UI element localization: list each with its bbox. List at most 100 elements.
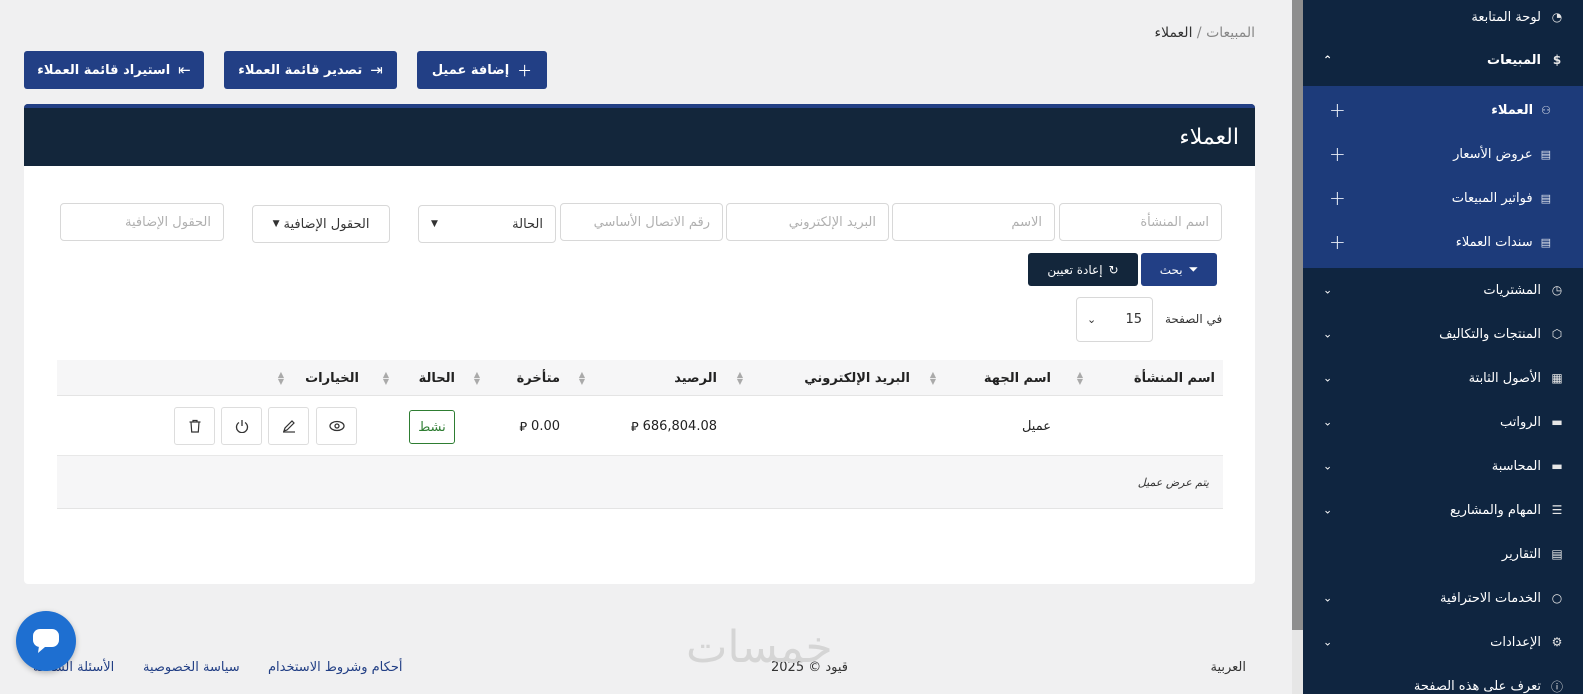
edit-button[interactable]: [268, 407, 309, 445]
export-customers-label: تصدير قائمة العملاء: [238, 62, 363, 78]
name-field[interactable]: الاسم: [892, 203, 1055, 241]
sidebar-item-label: المبيعات: [1487, 52, 1541, 68]
terms-link[interactable]: أحكام وشروط الاستخدام: [268, 660, 402, 675]
sidebar-item-assets[interactable]: ▦ الأصول الثابتة ⌄: [1303, 356, 1583, 400]
cell-entity[interactable]: عميل: [1022, 396, 1051, 456]
sidebar-item-label: عروض الأسعار: [1453, 146, 1533, 162]
gear-icon: ⚙: [1551, 635, 1563, 649]
email-field[interactable]: البريد الإلكتروني: [726, 203, 889, 241]
sidebar-item-dashboard[interactable]: ◔ لوحة المتابعة: [1303, 0, 1583, 34]
plus-icon[interactable]: +: [1329, 98, 1346, 122]
sort-icon[interactable]: ▲ ▼: [737, 371, 743, 386]
sidebar-item-settings[interactable]: ⚙ الإعدادات ⌄: [1303, 620, 1583, 664]
scrollbar-track[interactable]: [1292, 630, 1303, 694]
watermark: خمسات: [686, 622, 833, 673]
th-overdue[interactable]: متأخرة: [517, 360, 560, 396]
plus-icon[interactable]: +: [1329, 142, 1346, 166]
add-customer-label: إضافة عميل: [431, 62, 510, 78]
sidebar-item-services[interactable]: ○ الخدمات الاحترافية ⌄: [1303, 576, 1583, 620]
report-icon: ▤: [1551, 547, 1563, 561]
sort-icon[interactable]: ▲ ▼: [1077, 371, 1083, 386]
toggle-status-button[interactable]: [221, 407, 262, 445]
chat-widget-button[interactable]: [16, 611, 76, 671]
th-email[interactable]: البريد الإلكتروني: [804, 360, 910, 396]
reset-button-label: إعادة تعيين: [1047, 262, 1103, 277]
sidebar-item-accounting[interactable]: ▬ المحاسبة ⌄: [1303, 444, 1583, 488]
view-button[interactable]: [316, 407, 357, 445]
scrollbar-thumb[interactable]: [1292, 0, 1303, 630]
sort-icon[interactable]: ▲ ▼: [383, 371, 389, 386]
sidebar-item-products[interactable]: ⬡ المنتجات والتكاليف ⌄: [1303, 312, 1583, 356]
sidebar-item-payroll[interactable]: ▬ الرواتب ⌄: [1303, 400, 1583, 444]
phone-field[interactable]: رقم الاتصال الأساسي: [560, 203, 723, 241]
th-entity[interactable]: اسم الجهة: [984, 360, 1051, 396]
sidebar-item-label: الرواتب: [1499, 414, 1541, 430]
receipt-icon: ▤: [1540, 235, 1551, 249]
plus-icon[interactable]: +: [1329, 230, 1346, 254]
info-icon: ⓘ: [1551, 679, 1564, 694]
add-customer-button[interactable]: ＋ إضافة عميل: [417, 51, 547, 89]
sort-icon[interactable]: ▲ ▼: [474, 371, 480, 386]
sidebar-item-label: المهام والمشاريع: [1450, 502, 1541, 518]
sidebar-item-label: الأصول الثابتة: [1468, 370, 1541, 386]
document-icon: ▤: [1540, 147, 1551, 161]
th-balance[interactable]: الرصيد: [674, 360, 717, 396]
import-customers-button[interactable]: ⇤ استيراد قائمة العملاء: [24, 51, 204, 89]
sort-icon[interactable]: ▲ ▼: [278, 371, 284, 386]
per-page-select[interactable]: 15 ⌄: [1076, 297, 1153, 342]
overdue-value: 0.00: [531, 418, 560, 434]
org-name-field[interactable]: اسم المنشأة: [1059, 203, 1222, 241]
per-page-label: في الصفحة: [1165, 312, 1223, 326]
chevron-up-icon: ⌃: [1323, 53, 1333, 67]
sidebar-item-purchases[interactable]: ◷ المشتريات ⌄: [1303, 268, 1583, 312]
box-icon: ⬡: [1551, 327, 1563, 341]
sidebar-item-label: المشتريات: [1483, 282, 1541, 298]
chevron-down-icon: ⌄: [1323, 503, 1333, 517]
plus-icon[interactable]: +: [1329, 186, 1346, 210]
export-icon: ⇥: [370, 61, 383, 79]
sidebar-item-quotes[interactable]: ▤ عروض الأسعار +: [1303, 132, 1583, 176]
th-status[interactable]: الحالة: [419, 360, 455, 396]
name-placeholder: الاسم: [1011, 214, 1042, 230]
extra-fields-dropdown[interactable]: الحقول الإضافية ▼: [252, 205, 390, 243]
table-header: اسم المنشأة ▲ ▼ اسم الجهة ▲ ▼ البريد الإلك…: [57, 360, 1223, 396]
list-icon: ☰: [1551, 503, 1563, 517]
folder-icon: ▬: [1551, 415, 1563, 429]
privacy-link[interactable]: سياسة الخصوصية: [143, 660, 240, 675]
search-button[interactable]: ⏷ بحث: [1141, 253, 1217, 286]
sidebar: ◔ لوحة المتابعة $ المبيعات ⌃ ⚇ العملاء +…: [1303, 0, 1583, 694]
customers-table: اسم المنشأة ▲ ▼ اسم الجهة ▲ ▼ البريد الإلك…: [57, 360, 1223, 509]
sidebar-item-receipts[interactable]: ▤ سندات العملاء +: [1303, 220, 1583, 264]
sidebar-item-label: المنتجات والتكاليف: [1439, 326, 1541, 342]
th-org[interactable]: اسم المنشأة: [1134, 360, 1215, 396]
reset-button[interactable]: ↻ إعادة تعيين: [1028, 253, 1138, 286]
sidebar-item-label: لوحة المتابعة: [1471, 9, 1541, 25]
extra-fields-input[interactable]: الحقول الإضافية: [60, 203, 224, 241]
customers-panel: العملاء اسم المنشأة الاسم البريد الإلكتر…: [24, 104, 1255, 584]
sidebar-item-label: تعرف على هذه الصفحة: [1413, 678, 1541, 694]
status-select[interactable]: الحالة ▼: [418, 205, 556, 243]
sort-icon[interactable]: ▲ ▼: [579, 371, 585, 386]
chevron-down-icon: ⌄: [1323, 459, 1333, 473]
sidebar-item-invoices[interactable]: ▤ فواتير المبيعات +: [1303, 176, 1583, 220]
export-customers-button[interactable]: ⇥ تصدير قائمة العملاء: [224, 51, 397, 89]
extra-fields-placeholder: الحقول الإضافية: [125, 214, 211, 230]
language-switcher[interactable]: العربية: [1210, 660, 1246, 675]
delete-button[interactable]: [174, 407, 215, 445]
clipboard-icon: ◷: [1551, 283, 1563, 297]
sidebar-item-sales[interactable]: $ المبيعات ⌃: [1303, 34, 1583, 86]
sidebar-item-tour[interactable]: ⓘ تعرف على هذه الصفحة: [1303, 664, 1583, 694]
search-icon: ○: [1551, 591, 1563, 605]
main-content: المبيعات / العملاء ＋ إضافة عميل ⇥ تصدير …: [0, 0, 1292, 694]
breadcrumb-separator: /: [1192, 25, 1207, 41]
sales-submenu: ⚇ العملاء + ▤ عروض الأسعار + ▤ فواتير ال…: [1303, 86, 1583, 268]
breadcrumb-parent[interactable]: المبيعات: [1206, 25, 1255, 41]
sidebar-item-reports[interactable]: ▤ التقارير: [1303, 532, 1583, 576]
table-row[interactable]: عميل 686,804.08 ⃁ 0.00 ⃁ نشط: [57, 396, 1223, 456]
sidebar-item-customers[interactable]: ⚇ العملاء +: [1303, 88, 1583, 132]
eye-icon: [328, 420, 345, 432]
currency-symbol: ⃁: [519, 419, 528, 435]
sort-icon[interactable]: ▲ ▼: [930, 371, 936, 386]
sidebar-item-tasks[interactable]: ☰ المهام والمشاريع ⌄: [1303, 488, 1583, 532]
power-icon: [235, 420, 248, 433]
